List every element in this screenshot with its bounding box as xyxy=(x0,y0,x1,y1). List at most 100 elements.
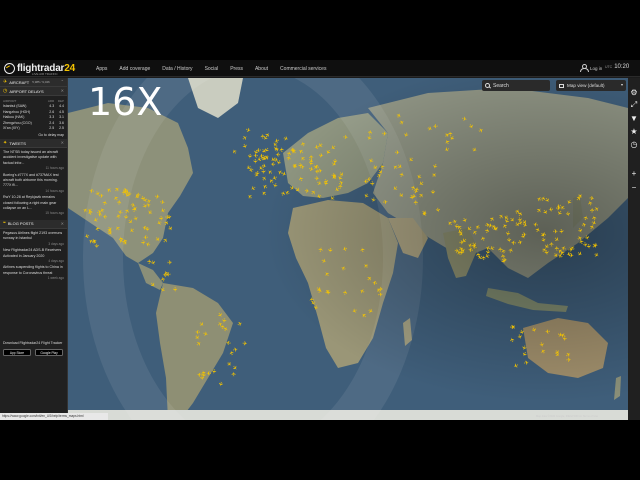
map-icon xyxy=(559,83,564,88)
aircraft-marker[interactable]: ✈ xyxy=(544,327,550,335)
collapse-icon[interactable]: ⌃ xyxy=(61,79,64,84)
list-item[interactable]: RwY 10-28 at Reykjavik remains closed fo… xyxy=(3,195,64,217)
world-map[interactable]: ✈✈✈✈✈✈✈✈✈✈✈✈✈ ✈✈✈✈✈✈✈✈✈✈✈✈✈✈✈ ✈✈✈✈✈✈✈✈✈✈✈✈… xyxy=(68,78,628,420)
delays-header-row: AIRPORT ARR DEP xyxy=(3,98,64,104)
aircraft-marker[interactable]: ✈ xyxy=(566,357,571,364)
playback-icon[interactable]: ◷ xyxy=(629,139,639,149)
aircraft-marker[interactable]: ✈ xyxy=(326,247,334,253)
aircraft-marker[interactable]: ✈ xyxy=(251,159,258,164)
aircraft-marker[interactable]: ✈ xyxy=(331,159,338,164)
aircraft-marker[interactable]: ✈ xyxy=(130,202,136,210)
aircraft-marker[interactable]: ✈ xyxy=(505,237,512,243)
list-item[interactable]: New Flightradar24 ADS-B Receivers Activa… xyxy=(3,248,64,264)
table-row[interactable]: Hangzhou (HGH) 2.6 4.5 xyxy=(3,109,64,115)
aircraft-marker[interactable]: ✈ xyxy=(304,188,310,195)
table-row[interactable]: Xi'an (XIY) 2.5 2.5 xyxy=(3,126,64,132)
google-play-button[interactable]: Google Play xyxy=(35,349,63,356)
login-button[interactable]: Log in xyxy=(580,64,602,72)
aircraft-marker[interactable]: ✈ xyxy=(452,223,460,229)
aircraft-marker[interactable]: ✈ xyxy=(378,291,384,299)
playback-speed-overlay: 16X xyxy=(88,80,163,124)
aircraft-marker[interactable]: ✈ xyxy=(171,287,178,292)
delay-map-link[interactable]: Go to delay map xyxy=(3,133,64,137)
aircraft-marker[interactable]: ✈ xyxy=(331,172,336,179)
nav-social[interactable]: Social xyxy=(205,66,219,72)
arr-value: 2.6 xyxy=(49,109,55,114)
main-nav: Apps Add coverage Data / History Social … xyxy=(96,60,338,77)
table-row[interactable]: Haikou (HAK) 3.3 3.1 xyxy=(3,115,64,121)
live-flight-map[interactable]: ✈ ✈ ✈ ✈ ✈ ✈ ✈ ✈ ✈ ✈ ✈ ✈ ✈ ✈ ✈ ✈ ✈ ✈ ✈ ✈ ✈ ✈ ✈ ✈ ✈ ✈ ✈ ✈ ✈ ✈ ✈ ✈ ✈ ✈ ✈ ✈ ✈ ✈ ✈ ✈… xyxy=(68,78,628,420)
aircraft-marker[interactable]: ✈ xyxy=(366,175,372,182)
list-item[interactable]: Boeing's #777X and #737MAX test aircraft… xyxy=(3,173,64,195)
search-box[interactable]: Search xyxy=(482,80,550,91)
nav-commercial-services[interactable]: Commercial services xyxy=(280,66,326,72)
nav-press[interactable]: Press xyxy=(230,66,243,72)
table-row[interactable]: Istanbul (SAW) 4.3 4.4 xyxy=(3,104,64,110)
airport-delays-header[interactable]: ◷ AIRPORT DELAYS ✕ xyxy=(0,87,67,96)
aircraft-marker[interactable]: ✈ xyxy=(324,290,331,295)
tweets-label: TWEETS xyxy=(9,140,26,146)
filter-icon[interactable]: ▼ xyxy=(629,113,639,123)
app-store-button[interactable]: App Store xyxy=(3,349,31,356)
aircraft-marker[interactable]: ✈ xyxy=(480,255,487,261)
aircraft-marker[interactable]: ✈ xyxy=(522,231,528,239)
nav-data-history[interactable]: Data / History xyxy=(162,66,192,72)
aircraft-marker[interactable]: ✈ xyxy=(159,199,165,207)
tweets-header[interactable]: ✦ TWEETS ✕ xyxy=(0,139,67,148)
map-view-dropdown[interactable]: Map view (default) ▾ xyxy=(556,80,626,91)
aircraft-marker[interactable]: ✈ xyxy=(484,249,492,255)
aircraft-marker[interactable]: ✈ xyxy=(553,228,559,235)
nav-about[interactable]: About xyxy=(255,66,268,72)
list-item[interactable]: Pegasus Airlines flight 2193 overruns ru… xyxy=(3,231,64,247)
aircraft-marker[interactable]: ✈ xyxy=(167,259,173,266)
blog-title: Pegasus Airlines flight 2193 overruns ru… xyxy=(3,230,63,241)
zoom-out-icon[interactable]: − xyxy=(629,182,639,192)
aircraft-marker[interactable]: ✈ xyxy=(143,226,150,232)
utc-clock: UTC 10:20 xyxy=(605,64,629,70)
settings-gear-icon[interactable]: ⚙ xyxy=(629,87,639,97)
aircraft-marker[interactable]: ✈ xyxy=(197,370,203,378)
aircraft-marker[interactable]: ✈ xyxy=(206,369,211,376)
aircraft-marker[interactable]: ✈ xyxy=(309,296,316,302)
aircraft-marker[interactable]: ✈ xyxy=(162,271,168,278)
close-icon[interactable]: ✕ xyxy=(61,88,64,93)
aircraft-count: 5,985 / 9,046 xyxy=(32,80,50,84)
airport-name: Istanbul (SAW) xyxy=(3,104,27,109)
google-play-label: Google Play xyxy=(40,350,58,355)
dep-value: 3.6 xyxy=(59,120,65,125)
aircraft-marker[interactable]: ✈ xyxy=(433,122,438,129)
aircraft-marker[interactable]: ✈ xyxy=(548,241,555,247)
zoom-in-icon[interactable]: + xyxy=(629,168,639,178)
aircraft-marker[interactable]: ✈ xyxy=(434,207,442,213)
aircraft-marker[interactable]: ✈ xyxy=(454,248,460,256)
aircraft-marker[interactable]: ✈ xyxy=(382,131,388,138)
aircraft-marker[interactable]: ✈ xyxy=(146,259,153,265)
nav-apps[interactable]: Apps xyxy=(96,66,107,72)
aircraft-marker[interactable]: ✈ xyxy=(383,199,389,206)
fullscreen-icon[interactable]: ⤢ xyxy=(629,100,639,110)
list-item[interactable]: Airlines suspending flights to China in … xyxy=(3,265,64,281)
tweet-text: Boeing's #777X and #737MAX test aircraft… xyxy=(3,172,59,188)
star-icon[interactable]: ★ xyxy=(629,126,639,136)
aircraft-marker[interactable]: ✈ xyxy=(395,150,400,157)
blog-posts-header[interactable]: ❝ BLOG POSTS ✕ xyxy=(0,219,67,229)
logo-subtitle: LIVE AIR TRAFFIC xyxy=(32,72,58,76)
close-icon[interactable]: ✕ xyxy=(61,140,64,145)
map-attribution[interactable]: Map data ©2020 Google, INEGI 500 km Term… xyxy=(536,415,598,418)
aircraft-marker[interactable]: ✈ xyxy=(556,205,561,212)
aircraft-marker[interactable]: ✈ xyxy=(429,190,436,195)
aircraft-marker[interactable]: ✈ xyxy=(413,200,420,205)
aircraft-marker[interactable]: ✈ xyxy=(231,371,238,376)
aircraft-marker[interactable]: ✈ xyxy=(143,233,148,240)
nav-add-coverage[interactable]: Add coverage xyxy=(119,66,150,72)
table-row[interactable]: Zhengzhou (CGO) 2.4 3.6 xyxy=(3,120,64,126)
aircraft-marker[interactable]: ✈ xyxy=(242,340,248,348)
aircraft-marker[interactable]: ✈ xyxy=(308,154,315,160)
flightradar24-logo[interactable]: flightradar24 LIVE AIR TRAFFIC xyxy=(4,61,75,76)
close-icon[interactable]: ✕ xyxy=(61,221,64,226)
aircraft-marker[interactable]: ✈ xyxy=(343,134,349,142)
aircraft-marker[interactable]: ✈ xyxy=(497,246,504,252)
aircraft-count-bar[interactable]: ✈ AIRCRAFT 5,985 / 9,046 ⌃ xyxy=(0,78,67,87)
aircraft-marker[interactable]: ✈ xyxy=(589,208,596,213)
list-item[interactable]: The NTSB today issued an aircraft accide… xyxy=(3,150,64,172)
